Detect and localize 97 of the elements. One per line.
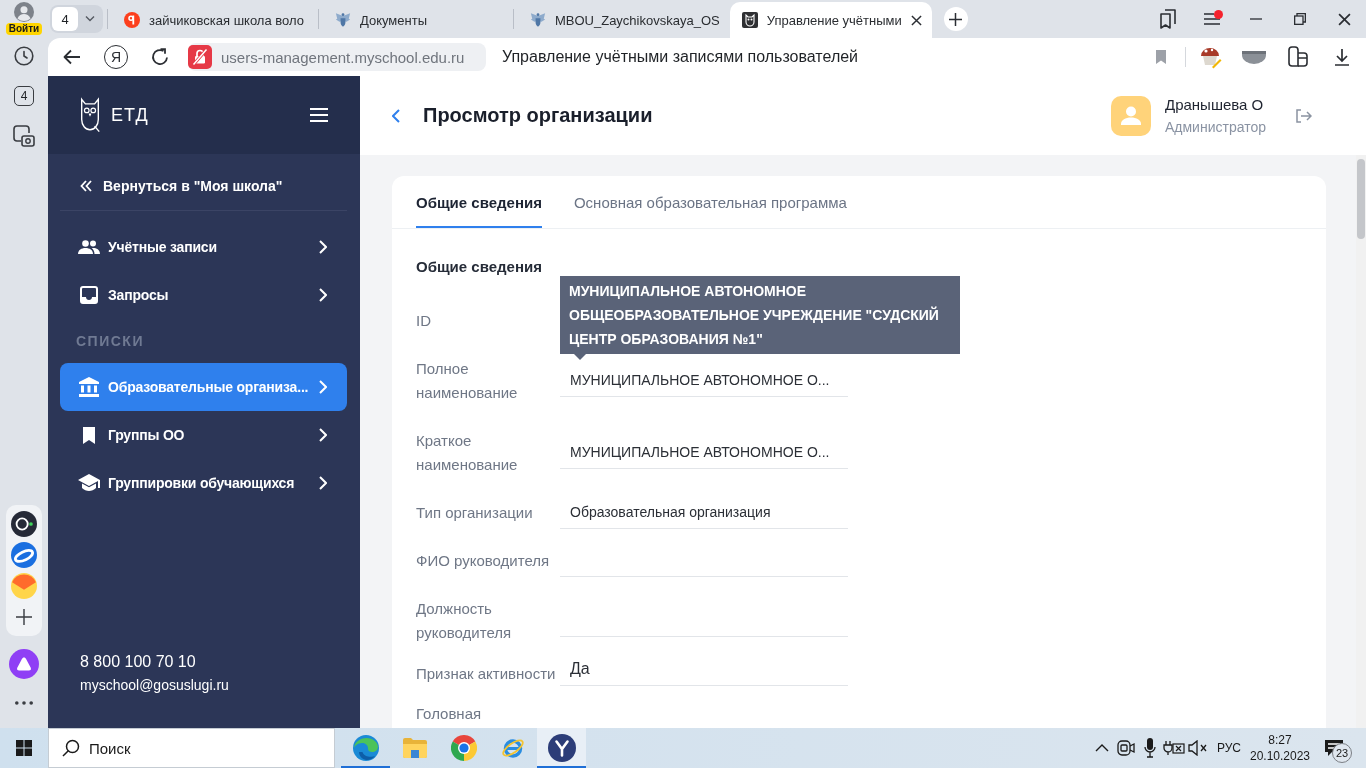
bookmark-icon[interactable] — [1155, 49, 1167, 65]
address-field[interactable]: users-management.myschool.edu.ru — [188, 43, 486, 71]
winged-shield-icon — [529, 12, 546, 28]
plug-icon[interactable] — [1163, 740, 1185, 756]
bookmark-icon — [82, 426, 96, 444]
camera-icon[interactable] — [13, 125, 35, 147]
close-icon[interactable] — [1337, 12, 1351, 26]
tab[interactable]: Основная образовательная программа — [573, 176, 847, 228]
notification-count: 23 — [1332, 743, 1352, 763]
fork-logo-icon — [547, 734, 576, 762]
lens-icon[interactable] — [11, 511, 37, 537]
field-label: ID — [416, 311, 432, 331]
owl-logo-icon — [78, 97, 102, 133]
mushroom-icon[interactable] — [1198, 45, 1222, 69]
field-label: Признак активности — [416, 664, 557, 684]
winged-shield-icon — [334, 12, 351, 28]
scrollbar-thumb[interactable] — [1357, 159, 1365, 239]
cards-icon[interactable] — [1287, 46, 1309, 68]
search-field[interactable]: Поиск — [48, 728, 335, 768]
download-icon[interactable] — [1334, 48, 1350, 66]
speaker-muted-icon[interactable] — [1188, 740, 1208, 756]
field-label: Краткое наименование — [416, 431, 519, 475]
browser-tab[interactable]: Управление учётными — [729, 2, 932, 38]
email-address: myschool@gosuslugi.ru — [80, 676, 230, 695]
circle-logo-icon — [124, 12, 140, 28]
search-icon — [62, 739, 80, 757]
microphone-icon[interactable] — [1144, 738, 1156, 758]
section-title: Общие сведения — [416, 257, 543, 277]
field-label: ФИО руководителя — [416, 551, 551, 571]
avatar-icon[interactable] — [14, 2, 34, 22]
plus-icon[interactable] — [16, 609, 32, 625]
chevron-up-icon[interactable] — [1095, 744, 1109, 752]
people-icon — [78, 240, 100, 254]
field-label: Полное наименование — [416, 359, 519, 403]
crossed-lock-icon[interactable] — [188, 45, 212, 69]
back-link[interactable]: Вернуться в "Моя школа" — [60, 162, 347, 210]
bookmarks-icon[interactable] — [1159, 9, 1177, 29]
nav-item[interactable]: Образовательные организа... — [60, 363, 347, 411]
browser-tab[interactable]: MBOU_Zaychikovskaya_OS — [517, 2, 730, 38]
nav-item[interactable]: Запросы — [60, 271, 347, 319]
home-button[interactable]: Я — [104, 45, 128, 69]
new-tab-button[interactable] — [943, 7, 968, 31]
tab-counter-button[interactable]: 4 — [50, 5, 103, 33]
chevron-icon — [319, 476, 327, 490]
input-field[interactable]: МУНИЦИПАЛЬНОЕ АВТОНОМНОЕ О... — [560, 364, 848, 397]
graduation-cap-icon — [78, 474, 100, 492]
chevron-icon — [319, 428, 327, 442]
chevron-icon — [319, 380, 327, 394]
double-chevron-icon — [80, 180, 92, 192]
tooltip: МУНИЦИПАЛЬНОЕ АВТОНОМНОЕ ОБЩЕОБРАЗОВАТЕЛЬНОЕ УЧРЕЖДЕНИЕ "СУДСКИЙ ЦЕНТР ОБРАЗОВАНИЯ №1" — [560, 276, 960, 360]
field-label: Должность руководителя — [416, 599, 513, 643]
input-field[interactable]: Образовательная организация — [560, 496, 848, 529]
input-field[interactable]: Да — [560, 653, 848, 686]
mail-icon[interactable] — [11, 573, 37, 599]
more-icon[interactable] — [15, 701, 33, 705]
nav-item[interactable]: Группы ОО — [60, 411, 347, 459]
field-label: Головная — [416, 704, 483, 724]
clock-icon[interactable] — [14, 46, 34, 66]
chevron-icon — [319, 288, 327, 302]
taskbar-button[interactable] — [537, 728, 586, 768]
owl-icon — [741, 12, 758, 28]
logout-icon[interactable] — [1296, 108, 1312, 123]
back-icon[interactable] — [63, 49, 81, 65]
page-title: Управление учётными записями пользователей — [502, 48, 859, 66]
login-button[interactable]: Войти — [5, 23, 43, 35]
language-indicator[interactable]: РУС — [1210, 741, 1248, 755]
browser-tab[interactable]: Документы — [322, 2, 509, 38]
chevron-icon — [319, 240, 327, 254]
section-label: СПИСКИ — [75, 332, 145, 351]
tab[interactable]: Общие сведения — [416, 176, 542, 228]
video-camera-icon[interactable] — [1117, 739, 1135, 757]
start-icon[interactable] — [16, 740, 32, 756]
swirl-logo-icon — [352, 735, 379, 761]
clock-time[interactable]: 8:27 — [1268, 732, 1292, 748]
logo-text: ЕТД — [111, 104, 149, 126]
caret-icon — [85, 16, 95, 22]
plus-icon — [949, 12, 963, 26]
phone-number: 8 800 100 70 10 — [80, 652, 197, 672]
field-label: Тип организации — [416, 503, 534, 523]
nav-item[interactable]: Группировки обучающихся — [60, 459, 347, 507]
segmented-circle-icon — [450, 735, 477, 761]
page-heading: Просмотр организации — [423, 104, 653, 127]
nav-item[interactable]: Учётные записи — [60, 223, 347, 271]
browser-tab[interactable]: зайчиковская школа воло — [112, 2, 314, 38]
clock-date[interactable]: 20.10.2023 — [1249, 748, 1311, 764]
triangle-logo-icon[interactable] — [9, 649, 39, 679]
close-icon[interactable] — [910, 14, 922, 26]
input-field[interactable]: МУНИЦИПАЛЬНОЕ АВТОНОМНОЕ О... — [560, 436, 848, 469]
tab-counter-button[interactable]: 4 — [14, 86, 34, 106]
restore-icon[interactable] — [1294, 13, 1306, 25]
inbox-icon — [80, 286, 98, 304]
folder-icon — [402, 738, 427, 758]
orbit-icon[interactable] — [11, 542, 37, 568]
building-icon — [79, 377, 99, 397]
user-name: Дранышева О — [1165, 94, 1265, 115]
reload-icon[interactable] — [151, 48, 169, 66]
user-role: Администратор — [1165, 117, 1266, 137]
